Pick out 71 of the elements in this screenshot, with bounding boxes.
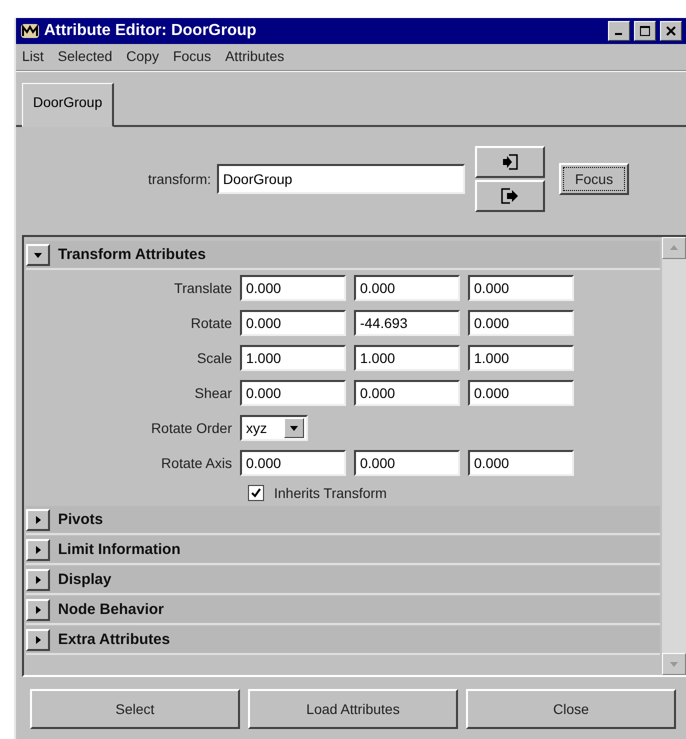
section-toggle[interactable]	[26, 598, 50, 620]
section-toggle[interactable]	[26, 538, 50, 560]
expand-arrow-icon	[33, 604, 43, 614]
menu-item[interactable]: Copy	[126, 48, 159, 66]
node-name-field[interactable]: DoorGroup	[217, 164, 466, 194]
app-logo-icon	[20, 22, 40, 40]
section-title: Transform Attributes	[58, 246, 206, 263]
section-title: Limit Information	[58, 541, 180, 558]
section-header[interactable]: Node Behavior	[26, 596, 660, 625]
section-header[interactable]: Transform Attributes	[26, 241, 660, 270]
dialog-button[interactable]: Load Attributes	[248, 689, 458, 729]
section-title: Extra Attributes	[58, 631, 170, 648]
number-field[interactable]: 0.000	[240, 275, 346, 301]
expand-arrow-icon	[33, 544, 43, 554]
checkbox-label: Inherits Transform	[274, 485, 387, 501]
number-field[interactable]: 0.000	[240, 380, 346, 406]
section-toggle[interactable]	[26, 628, 50, 650]
attribute-label: Rotate Order	[150, 420, 232, 436]
number-field[interactable]: 1.000	[354, 345, 460, 371]
window-title: Attribute Editor: DoorGroup	[44, 22, 258, 40]
number-field[interactable]: 0.000	[354, 450, 460, 476]
expand-arrow-icon	[33, 634, 43, 644]
menu-item[interactable]: Selected	[58, 48, 112, 66]
menu-item[interactable]: Focus	[172, 48, 212, 66]
attribute-label: Rotate Axis	[160, 455, 232, 471]
number-field[interactable]: 0.000	[354, 275, 460, 301]
dialog-button[interactable]: Select	[30, 689, 240, 729]
section-header[interactable]: Display	[26, 566, 660, 595]
input-connection-button[interactable]	[475, 146, 546, 178]
attribute-label: Shear	[194, 385, 232, 401]
number-field[interactable]: 1.000	[240, 345, 346, 371]
number-field[interactable]: 0.000	[468, 275, 574, 301]
scroll-up-icon[interactable]	[662, 237, 686, 259]
dialog-button[interactable]: Close	[466, 689, 676, 729]
number-field[interactable]: 0.000	[468, 380, 574, 406]
arrow-out-of-box-icon	[501, 188, 520, 204]
number-field[interactable]: 0.000	[240, 450, 346, 476]
number-field[interactable]: 0.000	[468, 310, 574, 336]
output-connection-button[interactable]	[475, 180, 546, 212]
section-header[interactable]: Limit Information	[26, 536, 660, 565]
attribute-label: Scale	[196, 350, 232, 366]
expand-arrow-icon	[33, 574, 43, 584]
dropdown[interactable]: xyz	[240, 415, 308, 441]
number-field[interactable]: 1.000	[468, 345, 574, 371]
number-field[interactable]: 0.000	[240, 310, 346, 336]
section-toggle[interactable]	[26, 508, 50, 530]
section-header[interactable]: Pivots	[26, 506, 660, 535]
menu-item[interactable]: Attributes	[225, 48, 284, 66]
scroll-down-icon[interactable]	[662, 653, 686, 675]
section-toggle[interactable]	[26, 568, 50, 590]
expand-arrow-icon	[33, 514, 43, 524]
menu-item[interactable]: List	[22, 48, 44, 66]
close-icon[interactable]	[660, 21, 682, 41]
section-title: Node Behavior	[58, 601, 164, 618]
section-title: Display	[58, 571, 112, 588]
node-label: transform:	[148, 171, 212, 187]
number-field[interactable]: -44.693	[354, 310, 460, 336]
attribute-label: Translate	[173, 280, 232, 296]
focus-button[interactable]: Focus	[559, 163, 630, 195]
arrow-into-box-icon	[502, 154, 518, 170]
scrollbar[interactable]	[662, 237, 686, 675]
minimize-icon[interactable]	[608, 21, 630, 41]
section-title: Pivots	[58, 511, 104, 528]
maximize-icon[interactable]	[634, 21, 656, 41]
attribute-label: Rotate	[190, 315, 232, 331]
number-field[interactable]: 0.000	[354, 380, 460, 406]
tab[interactable]: DoorGroup	[22, 83, 114, 127]
checkbox[interactable]	[248, 485, 264, 501]
section-toggle[interactable]	[26, 244, 50, 266]
section-header[interactable]: Extra Attributes	[26, 626, 660, 655]
number-field[interactable]: 0.000	[468, 450, 574, 476]
